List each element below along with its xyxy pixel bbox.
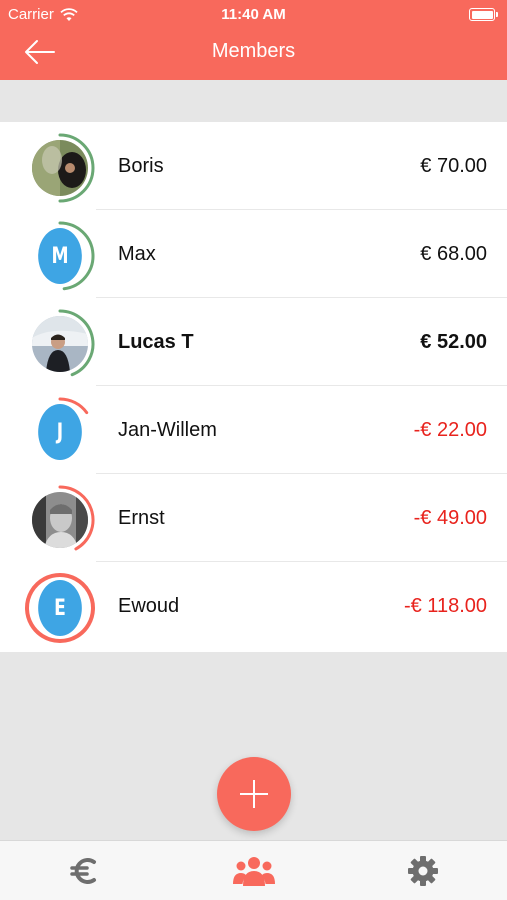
page-title: Members: [211, 40, 296, 62]
members-list: Boris € 70.00 M Max € 68.00 Lucas T € 52…: [0, 122, 507, 652]
member-name: Lucas T: [118, 331, 194, 353]
gear-icon: [407, 856, 438, 886]
member-balance: € 70.00: [420, 155, 487, 177]
member-row[interactable]: Lucas T € 52.00: [0, 298, 507, 386]
avatar-with-balance-ring: [24, 484, 96, 556]
member-row[interactable]: J Jan-Willem -€ 22.00: [0, 386, 507, 474]
user-photo-icon: [32, 316, 88, 372]
avatar-with-balance-ring: E: [24, 572, 96, 644]
top-bar: Carrier 11:40 AM Members: [0, 0, 507, 80]
avatar-with-balance-ring: J: [24, 396, 96, 468]
avatar: [32, 140, 88, 196]
user-photo-icon: [32, 140, 88, 196]
avatar-with-balance-ring: M: [24, 220, 96, 292]
avatar-with-balance-ring: [24, 308, 96, 380]
add-member-button[interactable]: [217, 757, 291, 831]
group-icon: [232, 857, 275, 886]
tab-members[interactable]: [169, 841, 338, 900]
member-row[interactable]: E Ewoud -€ 118.00: [0, 562, 507, 650]
member-name: Max: [118, 243, 156, 265]
avatar: M: [38, 228, 82, 284]
avatar: [32, 492, 88, 548]
avatar: J: [38, 404, 82, 460]
euro-icon: [69, 858, 96, 884]
member-name: Ewoud: [118, 595, 180, 617]
user-photo-icon: [32, 492, 88, 548]
battery-icon: [469, 8, 498, 21]
member-name: Jan-Willem: [118, 419, 217, 441]
member-row[interactable]: Ernst -€ 49.00: [0, 474, 507, 562]
avatar: [32, 316, 88, 372]
avatar: E: [38, 580, 82, 636]
member-row[interactable]: Boris € 70.00: [0, 122, 507, 210]
member-name: Ernst: [118, 507, 165, 529]
member-row[interactable]: M Max € 68.00: [0, 210, 507, 298]
tab-bar: [0, 840, 507, 900]
tab-settings[interactable]: [338, 841, 507, 900]
member-balance: -€ 22.00: [413, 419, 487, 441]
member-balance: -€ 118.00: [403, 595, 487, 617]
avatar-with-balance-ring: [24, 132, 96, 204]
status-bar: Carrier 11:40 AM: [0, 0, 507, 28]
tab-expenses[interactable]: [0, 841, 169, 900]
member-balance: -€ 49.00: [413, 507, 487, 529]
member-balance: € 52.00: [420, 331, 487, 353]
member-name: Boris: [118, 155, 164, 177]
status-time: 11:40 AM: [221, 6, 286, 23]
member-balance: € 68.00: [420, 243, 487, 265]
